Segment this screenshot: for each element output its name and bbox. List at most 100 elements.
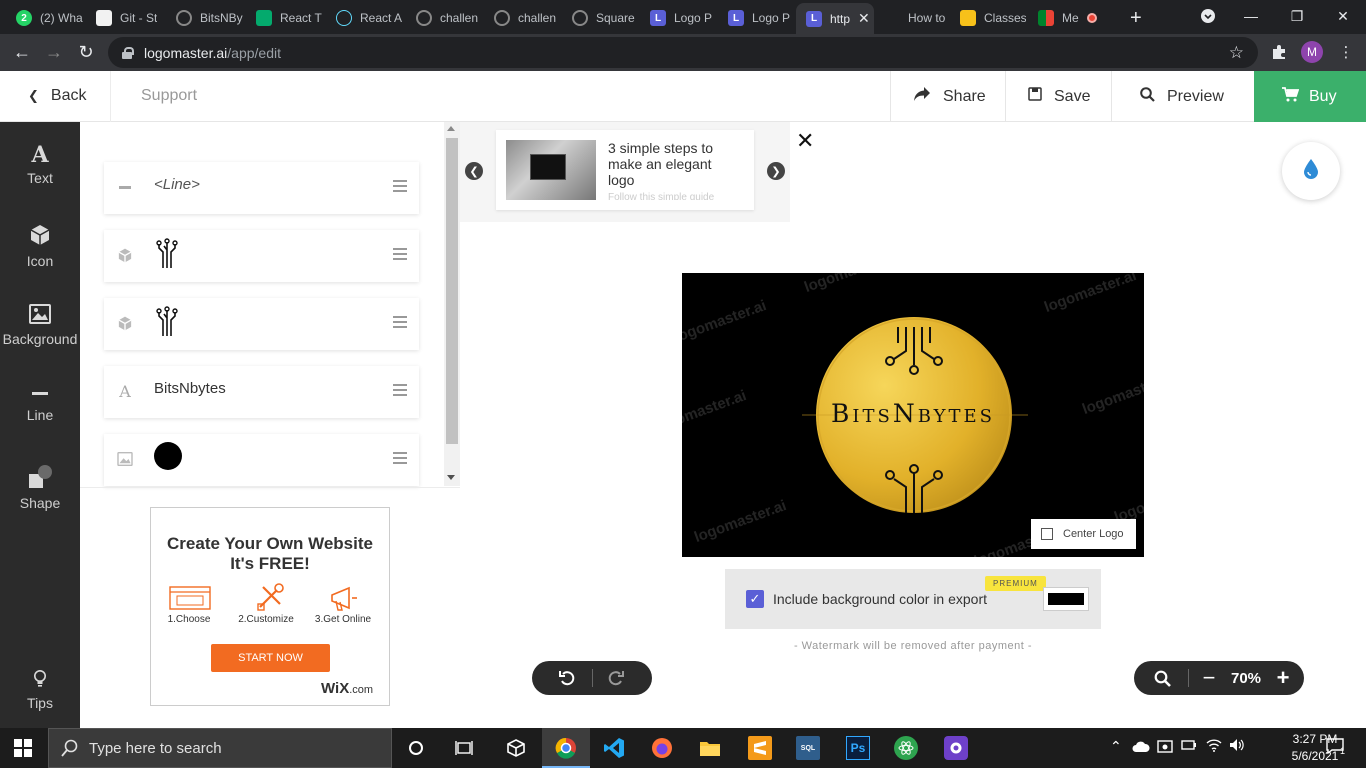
file-explorer-icon[interactable] <box>698 736 722 760</box>
ad-start-now-button[interactable]: START NOW <box>211 644 330 672</box>
share-button[interactable]: Share <box>890 71 1005 122</box>
background-color-picker[interactable] <box>1043 587 1089 611</box>
volume-icon[interactable] <box>1229 738 1245 755</box>
extensions-puzzle-icon[interactable] <box>1269 42 1289 62</box>
center-logo-button[interactable]: Center Logo <box>1031 519 1136 549</box>
drag-handle-icon[interactable] <box>393 384 407 396</box>
browser-tab[interactable]: 2 (2) Wha <box>6 5 84 31</box>
url-input[interactable]: logomaster.ai/app/edit ☆ <box>108 37 1258 68</box>
ad-title-line2: It's FREE! <box>230 554 310 573</box>
layer-text-label: BitsNbytes <box>154 380 226 397</box>
logo-canvas[interactable]: logomaster.ai logomaster.ai logomaster.a… <box>682 273 1144 557</box>
browser-tab[interactable]: React A <box>326 5 404 31</box>
advertisement[interactable]: Create Your Own Website It's FREE! 1.Cho… <box>150 507 390 706</box>
tray-app-icon[interactable] <box>1157 738 1173 757</box>
scrollbar-thumb[interactable] <box>446 138 458 444</box>
close-window-icon[interactable]: ✕ <box>1320 0 1366 32</box>
vscode-icon[interactable] <box>602 736 626 760</box>
sql-icon[interactable]: SQL <box>796 736 820 760</box>
browser-tab[interactable]: Git - St <box>86 5 164 31</box>
sublime-text-icon[interactable] <box>748 736 772 760</box>
color-drop-button[interactable] <box>1282 142 1340 200</box>
close-icon[interactable]: ✕ <box>796 128 814 154</box>
header-divider <box>110 71 111 122</box>
atom-icon[interactable] <box>894 736 918 760</box>
task-view-icon[interactable] <box>452 736 476 760</box>
photoshop-icon[interactable]: Ps <box>846 736 870 760</box>
browser-tab[interactable]: Classes <box>950 5 1026 31</box>
github-desktop-icon[interactable] <box>944 736 968 760</box>
save-button[interactable]: Save <box>1005 71 1111 122</box>
browser-tab[interactable]: Lhttp ✕ <box>796 3 874 34</box>
promo-next-arrow-icon[interactable]: ❯ <box>767 162 785 180</box>
browser-tab[interactable]: challen <box>406 5 482 31</box>
layer-item[interactable]: A BitsNbytes <box>104 366 419 418</box>
tool-background[interactable]: Background <box>0 304 80 347</box>
support-link[interactable]: Support <box>141 87 197 105</box>
promo-card[interactable]: 3 simple steps to make an elegant logo F… <box>496 130 754 210</box>
battery-icon[interactable] <box>1181 738 1197 755</box>
cortana-icon[interactable] <box>404 736 428 760</box>
browser-tab[interactable]: How to <box>874 5 948 31</box>
browser-tab-label: http <box>830 11 851 26</box>
tray-chevron-icon[interactable]: ⌃ <box>1110 738 1122 755</box>
chrome-icon[interactable] <box>554 736 578 760</box>
reload-icon[interactable]: ↻ <box>72 38 100 66</box>
preview-button[interactable]: Preview <box>1111 71 1254 122</box>
drag-handle-icon[interactable] <box>393 248 407 260</box>
tool-icon[interactable]: Icon <box>0 224 80 269</box>
profile-avatar[interactable]: M <box>1301 41 1323 63</box>
taskbar-search-input[interactable]: Type here to search <box>48 728 392 768</box>
layer-item[interactable] <box>104 434 419 486</box>
restore-icon[interactable]: ❐ <box>1274 0 1320 32</box>
tool-shape[interactable]: Shape <box>0 464 80 511</box>
browser-tab[interactable]: React T <box>246 5 324 31</box>
tool-line-label: Line <box>26 407 54 423</box>
unity-icon[interactable] <box>504 736 528 760</box>
tips-button[interactable]: Tips <box>0 670 80 711</box>
minimize-icon[interactable]: — <box>1228 0 1274 32</box>
undo-icon[interactable] <box>554 665 580 691</box>
layer-item[interactable] <box>104 298 419 350</box>
back-button[interactable]: ❮ Back <box>28 87 86 105</box>
forward-arrow-icon[interactable]: → <box>40 38 68 66</box>
bookmark-star-icon[interactable]: ☆ <box>1229 43 1244 63</box>
layer-item[interactable] <box>104 230 419 282</box>
onedrive-icon[interactable] <box>1132 740 1150 756</box>
tab-search-icon[interactable] <box>1185 0 1231 32</box>
tool-line[interactable]: Line <box>0 384 80 423</box>
notification-count: 1 <box>1340 746 1346 756</box>
include-background-checkbox[interactable]: ✓ <box>746 590 764 608</box>
back-arrow-icon[interactable]: ← <box>8 38 36 66</box>
undo-redo-controls <box>532 661 652 695</box>
layer-item[interactable]: <Line> <box>104 162 419 214</box>
git-icon <box>96 10 112 26</box>
close-tab-icon[interactable]: ✕ <box>858 10 870 27</box>
blank-icon <box>884 10 900 26</box>
zoom-in-icon[interactable]: + <box>1274 661 1292 695</box>
drag-handle-icon[interactable] <box>393 452 407 464</box>
scroll-down-arrow-icon[interactable] <box>447 475 455 480</box>
scroll-up-arrow-icon[interactable] <box>447 126 455 131</box>
chrome-menu-icon[interactable]: ⋮ <box>1336 42 1356 62</box>
firefox-icon[interactable] <box>650 736 674 760</box>
redo-icon[interactable] <box>603 665 629 691</box>
tool-text[interactable]: A Text <box>0 144 80 186</box>
browser-tab[interactable]: challen <box>484 5 560 31</box>
drag-handle-icon[interactable] <box>393 180 407 192</box>
windows-start-icon[interactable] <box>14 739 32 757</box>
buy-button[interactable]: Buy <box>1254 71 1366 122</box>
drag-handle-icon[interactable] <box>393 316 407 328</box>
new-tab-button[interactable]: + <box>1120 5 1142 31</box>
promo-prev-arrow-icon[interactable]: ❮ <box>465 162 483 180</box>
zoom-out-icon[interactable]: − <box>1200 661 1218 695</box>
browser-tab-label: (2) Wha <box>40 11 83 25</box>
browser-tab[interactable]: L Logo P <box>718 5 794 31</box>
browser-tab[interactable]: Me <box>1028 5 1098 31</box>
browser-tab[interactable]: BitsNBy <box>166 5 244 31</box>
zoom-search-icon[interactable] <box>1150 661 1174 695</box>
wifi-icon[interactable] <box>1206 738 1222 755</box>
browser-tab[interactable]: Square <box>562 5 638 31</box>
layers-scrollbar[interactable] <box>444 122 460 486</box>
browser-tab[interactable]: L Logo P <box>640 5 716 31</box>
